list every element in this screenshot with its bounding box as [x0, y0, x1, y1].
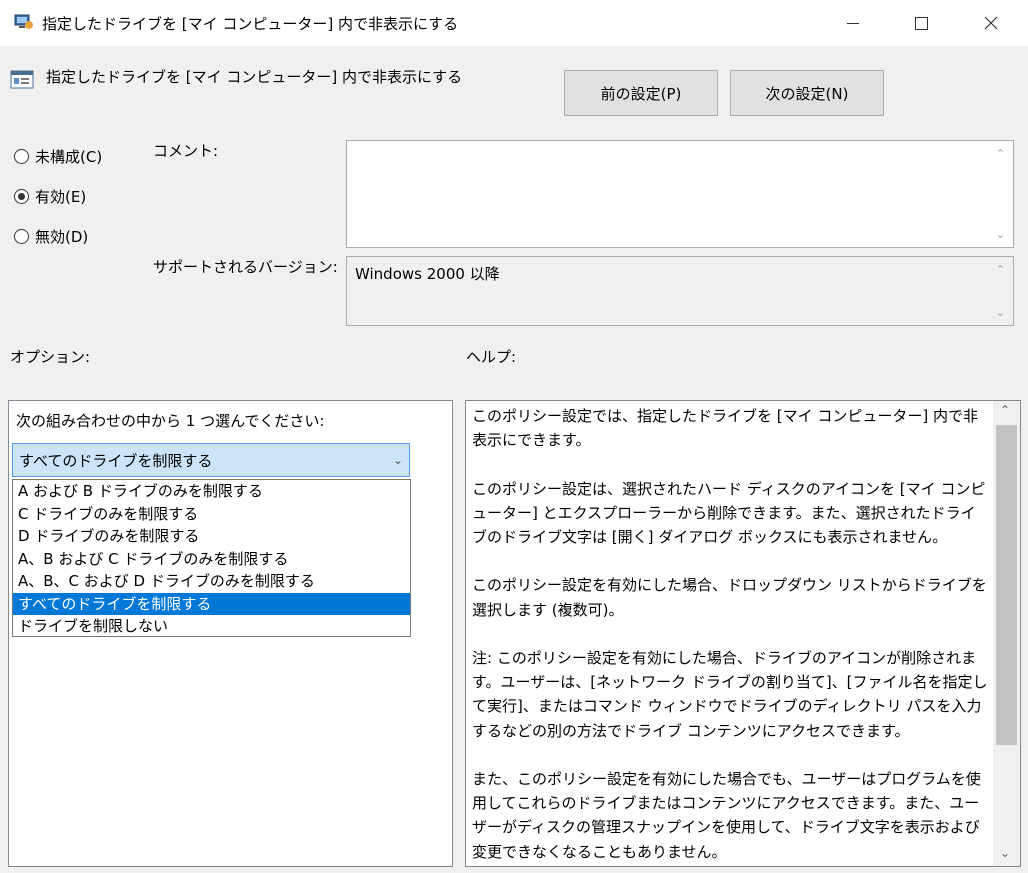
maximize-icon — [914, 16, 928, 30]
help-paragraph: このポリシー設定では、指定したドライブを [マイ コンピューター] 内で非表示に… — [472, 407, 979, 450]
maximize-button[interactable] — [898, 0, 944, 46]
help-paragraph: このポリシー設定は、選択されたハード ディスクのアイコンを [マイ コンピュータ… — [472, 479, 986, 546]
scroll-up-icon: ⌃ — [995, 263, 1005, 276]
policy-app-icon — [14, 14, 33, 29]
dropdown-option[interactable]: C ドライブのみを制限する — [13, 503, 410, 526]
policy-setting-icon — [10, 70, 34, 89]
drive-restriction-dropdown[interactable]: すべてのドライブを制限する ⌄ — [12, 443, 410, 477]
policy-heading: 指定したドライブを [マイ コンピューター] 内で非表示にする — [46, 68, 463, 86]
help-paragraph: また、このポリシー設定を有効にした場合でも、ユーザーはプログラムを使用してこれら… — [472, 769, 981, 861]
help-label: ヘルプ: — [466, 348, 517, 366]
comment-label: コメント: — [153, 142, 219, 160]
help-scrollbar-thumb[interactable] — [996, 425, 1017, 745]
radio-label: 有効(E) — [35, 188, 87, 206]
radio-not-configured[interactable]: 未構成(C) — [14, 146, 102, 167]
minimize-icon — [847, 22, 859, 24]
radio-circle — [14, 149, 29, 164]
scroll-up-icon: ⌃ — [995, 147, 1005, 160]
dropdown-option[interactable]: A、B、C および D ドライブのみを制限する — [13, 570, 410, 593]
dropdown-option-highlighted[interactable]: すべてのドライブを制限する — [13, 592, 410, 615]
scroll-down-icon: ⌄ — [995, 306, 1005, 319]
supported-version-box: Windows 2000 以降 ⌃ ⌄ — [346, 256, 1014, 326]
help-text: このポリシー設定では、指定したドライブを [マイ コンピューター] 内で非表示に… — [472, 404, 990, 866]
radio-enabled[interactable]: 有効(E) — [14, 186, 86, 207]
help-paragraph: 注: このポリシー設定を有効にした場合、ドライブのアイコンが削除されます。ユーザ… — [472, 648, 988, 740]
options-prompt: 次の組み合わせの中から 1 つ選んでください: — [16, 412, 325, 430]
scroll-down-icon: ⌄ — [995, 228, 1005, 241]
close-button[interactable] — [968, 0, 1014, 46]
comment-textarea[interactable]: ⌃ ⌄ — [346, 140, 1014, 248]
help-panel: このポリシー設定では、指定したドライブを [マイ コンピューター] 内で非表示に… — [465, 400, 1021, 867]
dropdown-option[interactable]: ドライブを制限しない — [13, 615, 410, 638]
scroll-up-icon[interactable]: ⌃ — [1000, 403, 1010, 417]
chevron-down-icon: ⌄ — [392, 453, 403, 467]
supported-version-value: Windows 2000 以降 — [355, 265, 500, 283]
radio-label: 無効(D) — [35, 228, 89, 246]
options-label: オプション: — [10, 348, 91, 366]
radio-label: 未構成(C) — [35, 148, 103, 166]
supported-version-label: サポートされるバージョン: — [153, 258, 338, 276]
previous-setting-button[interactable]: 前の設定(P) — [564, 70, 718, 116]
radio-disabled[interactable]: 無効(D) — [14, 226, 88, 247]
next-setting-button[interactable]: 次の設定(N) — [730, 70, 884, 116]
dropdown-option[interactable]: A および B ドライブのみを制限する — [13, 480, 410, 503]
dropdown-list: A および B ドライブのみを制限する C ドライブのみを制限する D ドライブ… — [12, 479, 411, 637]
scroll-down-icon[interactable]: ⌄ — [1000, 846, 1010, 860]
minimize-button[interactable] — [830, 0, 876, 46]
help-paragraph: このポリシー設定を有効にした場合、ドロップダウン リストからドライブを選択します… — [472, 576, 987, 619]
window-title: 指定したドライブを [マイ コンピューター] 内で非表示にする — [42, 15, 459, 33]
radio-circle-checked — [14, 189, 29, 204]
radio-circle — [14, 229, 29, 244]
dropdown-option[interactable]: A、B および C ドライブのみを制限する — [13, 548, 410, 571]
dropdown-option[interactable]: D ドライブのみを制限する — [13, 525, 410, 548]
close-icon — [984, 16, 998, 30]
dropdown-selected-value: すべてのドライブを制限する — [19, 451, 213, 470]
